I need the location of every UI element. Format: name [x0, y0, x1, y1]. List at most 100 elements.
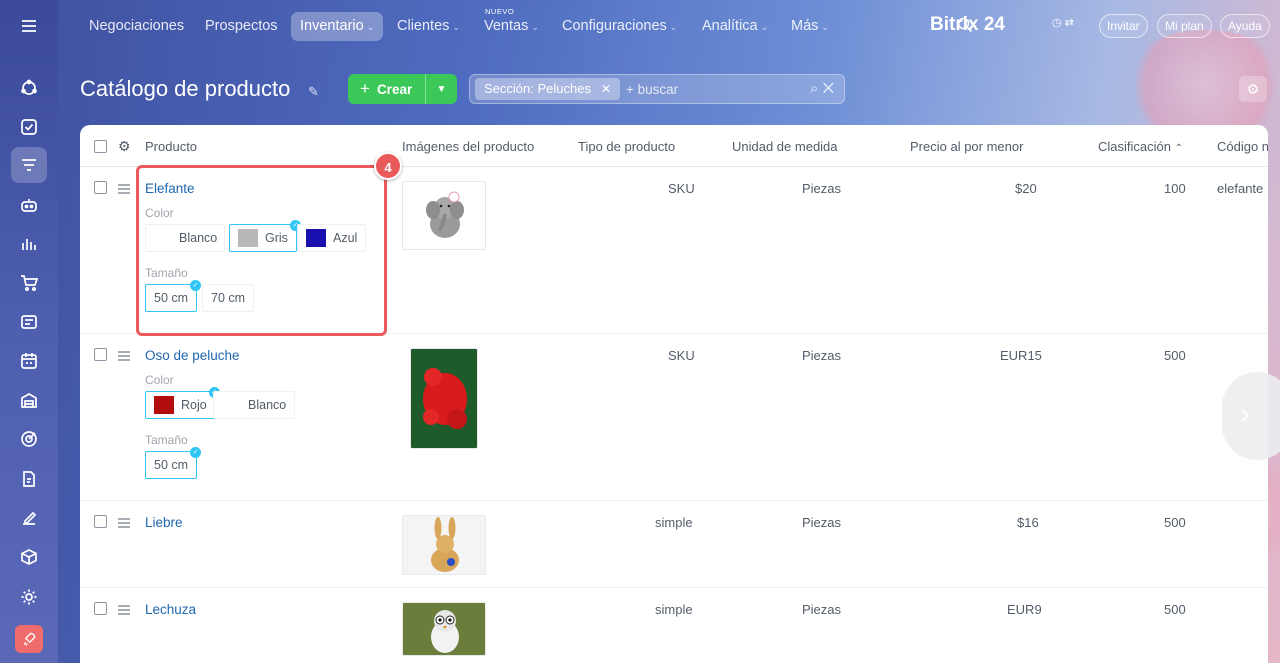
color-option-rojo[interactable]: Rojo✓ — [145, 387, 220, 419]
target-icon[interactable] — [11, 421, 47, 457]
product-price: EUR9 — [1007, 602, 1042, 617]
filter-chip[interactable]: Sección: Peluches ✕ — [475, 78, 621, 100]
gear-icon[interactable]: ⚙ — [1239, 76, 1267, 102]
row-checkbox[interactable] — [94, 181, 107, 194]
search-icon[interactable]: ⌕ — [810, 80, 818, 97]
product-code: elefante — [1217, 181, 1264, 196]
product-type: SKU — [668, 348, 695, 363]
close-icon[interactable]: ✕ — [601, 82, 611, 96]
product-price: EUR15 — [1000, 348, 1042, 363]
chevron-down-icon: ⌄ — [531, 22, 539, 32]
product-price: $20 — [1015, 181, 1037, 196]
column-header-product[interactable]: Producto — [145, 139, 197, 154]
row-checkbox[interactable] — [94, 515, 107, 528]
menu-icon[interactable] — [11, 8, 47, 44]
documents-icon[interactable] — [11, 461, 47, 497]
contact-center-icon[interactable] — [11, 304, 47, 340]
create-button[interactable]: + Crear ▼ — [348, 74, 457, 104]
row-checkbox[interactable] — [94, 602, 107, 615]
product-unit: Piezas — [802, 515, 842, 530]
drag-handle-icon[interactable] — [118, 518, 130, 530]
chevron-down-icon: ⌄ — [452, 22, 460, 32]
color-swatch — [154, 396, 174, 414]
nav-item-inventario[interactable]: Inventario ⌄ — [291, 12, 384, 41]
nav-item-analitica[interactable]: Analítica ⌄ — [693, 12, 777, 41]
filter-search-box[interactable]: Sección: Peluches ✕ + buscar ⌕ ✕ — [469, 74, 845, 104]
row-checkbox[interactable] — [94, 348, 107, 361]
size-label: Tamaño — [145, 433, 188, 447]
product-unit: Piezas — [802, 602, 842, 617]
size-option-50cm[interactable]: 50 cm ✓ — [145, 447, 202, 479]
invite-button[interactable]: Invitar — [1099, 14, 1148, 38]
search-input[interactable]: + buscar — [626, 82, 678, 97]
color-label: Color — [145, 373, 174, 387]
column-header-images[interactable]: Imágenes del producto — [402, 139, 534, 154]
help-button[interactable]: Ayuda — [1220, 14, 1270, 38]
clock-icon[interactable]: ◷ ⇄ — [1052, 16, 1074, 29]
product-name-link[interactable]: Liebre — [145, 515, 183, 530]
create-dropdown-icon[interactable]: ▼ — [426, 84, 457, 95]
drag-handle-icon[interactable] — [118, 605, 130, 617]
nav-item-prospectos[interactable]: Prospectos — [196, 12, 287, 41]
product-rank: 500 — [1164, 515, 1186, 530]
product-unit: Piezas — [802, 348, 842, 363]
warehouse-icon[interactable] — [11, 382, 47, 418]
product-name-link[interactable]: Lechuza — [145, 602, 196, 617]
settings-icon[interactable] — [11, 579, 47, 615]
color-option-blanco[interactable]: Blanco — [213, 391, 295, 419]
my-plan-button[interactable]: Mi plan — [1157, 14, 1212, 38]
product-price: $16 — [1017, 515, 1039, 530]
nav-item-negociaciones[interactable]: Negociaciones — [80, 12, 193, 41]
product-image[interactable] — [410, 348, 478, 449]
crm-icon[interactable] — [11, 70, 47, 106]
product-rank: 100 — [1164, 181, 1186, 196]
robot-icon[interactable] — [11, 187, 47, 223]
chevron-down-icon: ⌄ — [366, 22, 375, 32]
gear-icon[interactable]: ⚙ — [118, 138, 131, 155]
top-navigation: Negociaciones Prospectos Inventario ⌄ Cli… — [58, 0, 1280, 52]
product-rank: 500 — [1164, 348, 1186, 363]
product-image[interactable] — [402, 515, 486, 575]
chevron-down-icon: ⌄ — [760, 22, 769, 32]
brand-logo: Bitrix 24 — [930, 14, 1005, 35]
page-title: Catálogo de producto — [80, 76, 291, 101]
table-row: Lechuza simple Piezas EUR9 500 — [80, 588, 1268, 663]
table-row: Oso de peluche Color Rojo✓ Blanco Tamaño… — [80, 334, 1268, 501]
rocket-icon[interactable] — [15, 625, 43, 653]
product-unit: Piezas — [802, 181, 842, 196]
product-rank: 500 — [1164, 602, 1186, 617]
calendar-icon[interactable] — [11, 343, 47, 379]
chevron-down-icon: ⌄ — [669, 22, 678, 32]
product-name-link[interactable]: Oso de peluche — [145, 348, 240, 363]
close-icon[interactable]: ✕ — [823, 80, 834, 97]
chevron-right-icon[interactable]: › — [1222, 372, 1280, 460]
drag-handle-icon[interactable] — [118, 184, 130, 196]
nav-item-clientes[interactable]: Clientes ⌄ — [388, 12, 469, 41]
tasks-icon[interactable] — [11, 109, 47, 145]
inventory-icon[interactable] — [11, 147, 47, 183]
column-header-rank[interactable]: Clasificación ⌃ — [1098, 139, 1183, 154]
column-header-code[interactable]: Código n — [1217, 139, 1268, 154]
box-icon[interactable] — [11, 539, 47, 575]
cart-icon[interactable] — [11, 265, 47, 301]
left-sidebar — [0, 0, 58, 663]
nav-item-ventas[interactable]: Ventas ⌄ — [475, 12, 548, 41]
column-header-unit[interactable]: Unidad de medida — [732, 139, 838, 154]
sort-asc-icon: ⌃ — [1174, 143, 1183, 154]
sign-icon[interactable] — [11, 500, 47, 536]
check-icon: ✓ — [190, 447, 202, 458]
product-type: simple — [655, 602, 693, 617]
column-header-type[interactable]: Tipo de producto — [578, 139, 675, 154]
pin-icon[interactable]: ✎ — [308, 84, 319, 100]
nav-item-mas[interactable]: Más ⌄ — [782, 12, 838, 41]
column-header-price[interactable]: Precio al por menor — [910, 139, 1023, 154]
annotation-highlight — [136, 165, 387, 336]
analytics-icon[interactable] — [11, 226, 47, 262]
product-image[interactable] — [402, 181, 486, 250]
drag-handle-icon[interactable] — [118, 351, 130, 363]
table-header: ⚙ Producto Imágenes del producto Tipo de… — [80, 125, 1268, 167]
product-table: ⚙ Producto Imágenes del producto Tipo de… — [80, 125, 1268, 663]
select-all-checkbox[interactable] — [94, 140, 107, 153]
product-image[interactable] — [402, 602, 486, 656]
nav-item-configuraciones[interactable]: Configuraciones ⌄ — [553, 12, 686, 41]
